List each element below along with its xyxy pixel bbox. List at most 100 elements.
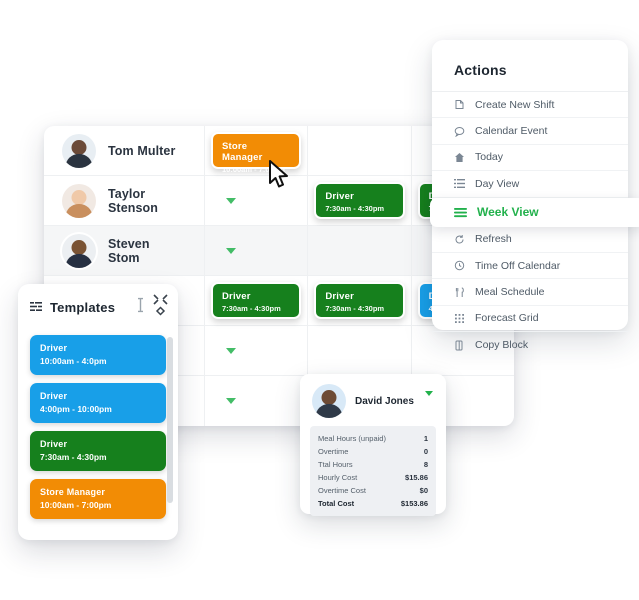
- schedule-cell[interactable]: Driver 7:30am - 4:30pm: [204, 276, 307, 325]
- template-time: 7:30am - 4:30pm: [40, 452, 107, 462]
- schedule-cell[interactable]: [204, 326, 307, 375]
- cost-row: Hourly Cost $15.86: [318, 471, 428, 484]
- employee-cell: Steven Stom: [44, 226, 204, 275]
- cost-row: Ttal Hours 8: [318, 458, 428, 471]
- home-icon: [454, 152, 465, 163]
- cost-label: Hourly Cost: [318, 473, 358, 482]
- cost-label: Overtime: [318, 447, 349, 456]
- cost-row: Overtime Cost $0: [318, 484, 428, 497]
- employee-cost-popover: David Jones Meal Hours (unpaid) 1 Overtime…: [300, 374, 446, 516]
- template-role: Driver: [40, 343, 68, 353]
- cost-popover-header: David Jones: [310, 383, 436, 426]
- template-card[interactable]: Driver 10:00am - 4:0pm: [30, 335, 166, 375]
- grid-icon: [454, 313, 465, 324]
- template-card[interactable]: Driver 4:00pm - 10:00pm: [30, 383, 166, 423]
- list-icon: [454, 178, 465, 189]
- cost-value: 1: [423, 434, 428, 443]
- schedule-cell[interactable]: Driver 7:30am - 4:30pm: [307, 176, 410, 225]
- action-item-label: Day View: [475, 177, 520, 190]
- cost-label: Total Cost: [318, 499, 355, 508]
- avatar-steven-stom: [62, 233, 96, 268]
- action-item-label: Meal Schedule: [475, 286, 545, 299]
- action-item-label: Copy Block: [475, 339, 529, 352]
- templates-list-icon: [30, 299, 43, 317]
- cost-value: $15.86: [405, 473, 428, 482]
- cost-popover-name: David Jones: [355, 395, 414, 407]
- action-item-create-new-shift[interactable]: Create New Shift: [432, 92, 628, 119]
- expand-move-icon[interactable]: [153, 294, 168, 321]
- copy-block-icon: [454, 340, 465, 351]
- action-item-label: Forecast Grid: [475, 312, 539, 325]
- refresh-icon: [454, 234, 465, 245]
- template-role: Driver: [40, 391, 68, 401]
- cost-label: Overtime Cost: [318, 486, 366, 495]
- schedule-cell[interactable]: [204, 176, 307, 225]
- hamburger-icon: [454, 207, 467, 218]
- employee-name: Tom Multer: [108, 143, 176, 158]
- template-card[interactable]: Driver 7:30am - 4:30pm: [30, 431, 166, 471]
- avatar-taylor-stenson: [62, 183, 96, 218]
- shift-chip[interactable]: Driver 7:30am - 4:30pm: [314, 182, 405, 219]
- speech-bubble-icon: [454, 126, 465, 137]
- app-screenshot: Tom Multer Store Manager 10:00am - 7:00pm T…: [0, 0, 639, 600]
- actions-panel: Actions Create New Shift Calendar Event To…: [430, 40, 639, 351]
- action-item-label: Today: [475, 151, 504, 164]
- action-item-label: Calendar Event: [475, 125, 548, 138]
- shift-role: Driver: [222, 291, 251, 302]
- shift-role: Driver: [325, 191, 354, 202]
- action-item-copy-block[interactable]: Copy Block: [432, 332, 628, 358]
- cost-row: Meal Hours (unpaid) 1: [318, 432, 428, 445]
- template-time: 10:00am - 7:00pm: [40, 500, 112, 510]
- clock-icon: [454, 260, 465, 271]
- action-item-calendar-event[interactable]: Calendar Event: [432, 118, 628, 145]
- cost-value: 0: [423, 447, 428, 456]
- action-item-time-off-calendar[interactable]: Time Off Calendar: [432, 253, 628, 280]
- cost-value: $0: [419, 486, 428, 495]
- employee-cell: Taylor Stenson: [44, 176, 204, 225]
- action-item-today[interactable]: Today: [432, 145, 628, 172]
- schedule-cell[interactable]: [307, 326, 410, 375]
- actions-panel-title: Actions: [432, 62, 628, 92]
- templates-scrollbar[interactable]: [167, 337, 173, 503]
- cost-row: Overtime 0: [318, 445, 428, 458]
- schedule-cell[interactable]: Driver 7:30am - 4:30pm: [307, 276, 410, 325]
- templates-title: Templates: [50, 300, 116, 315]
- template-role: Store Manager: [40, 487, 106, 497]
- shift-time: 7:30am - 4:30pm: [222, 304, 281, 313]
- template-time: 10:00am - 4:0pm: [40, 356, 107, 366]
- cost-breakdown-table: Meal Hours (unpaid) 1 Overtime 0 Ttal Hours 8…: [310, 426, 436, 516]
- mouse-cursor: [268, 160, 290, 195]
- action-item-meal-schedule[interactable]: Meal Schedule: [432, 279, 628, 306]
- chevron-down-icon[interactable]: [425, 391, 433, 396]
- avatar-tom-multer: [62, 133, 96, 168]
- action-item-week-view[interactable]: Week View: [430, 197, 639, 227]
- templates-header: Templates: [18, 294, 178, 329]
- cost-label: Meal Hours (unpaid): [318, 434, 386, 443]
- action-item-forecast-grid[interactable]: Forecast Grid: [432, 306, 628, 333]
- action-item-day-view[interactable]: Day View: [432, 171, 628, 198]
- action-item-label: Week View: [477, 205, 539, 220]
- shift-chip[interactable]: Driver 7:30am - 4:30pm: [211, 282, 302, 319]
- shift-chip[interactable]: Driver 7:30am - 4:30pm: [314, 282, 405, 319]
- schedule-cell[interactable]: [307, 126, 410, 175]
- shift-time: 7:30am - 4:30pm: [325, 304, 385, 313]
- templates-list: Driver 10:00am - 4:0pm Driver 4:00pm - 10:0…: [18, 329, 178, 535]
- shift-time: 7:30am - 4:30pm: [325, 204, 385, 213]
- schedule-cell[interactable]: [307, 226, 410, 275]
- employee-name: Steven Stom: [108, 236, 150, 265]
- shift-role: Driver: [325, 291, 354, 302]
- templates-panel: Templates Driver 10:00am - 4:0pm Driver 4: [18, 284, 178, 540]
- resize-handle-icon[interactable]: [137, 297, 144, 318]
- template-time: 4:00pm - 10:00pm: [40, 404, 112, 414]
- cost-label: Ttal Hours: [318, 460, 353, 469]
- schedule-cell[interactable]: [204, 226, 307, 275]
- avatar-david-jones: [312, 384, 346, 418]
- action-item-refresh[interactable]: Refresh: [432, 227, 628, 253]
- schedule-cell[interactable]: Store Manager 10:00am - 7:00pm: [204, 126, 307, 175]
- template-role: Driver: [40, 439, 68, 449]
- schedule-cell[interactable]: [204, 376, 307, 426]
- new-shift-icon: [454, 99, 465, 110]
- cutlery-icon: [454, 287, 465, 298]
- template-card[interactable]: Store Manager 10:00am - 7:00pm: [30, 479, 166, 519]
- action-item-label: Create New Shift: [475, 98, 555, 111]
